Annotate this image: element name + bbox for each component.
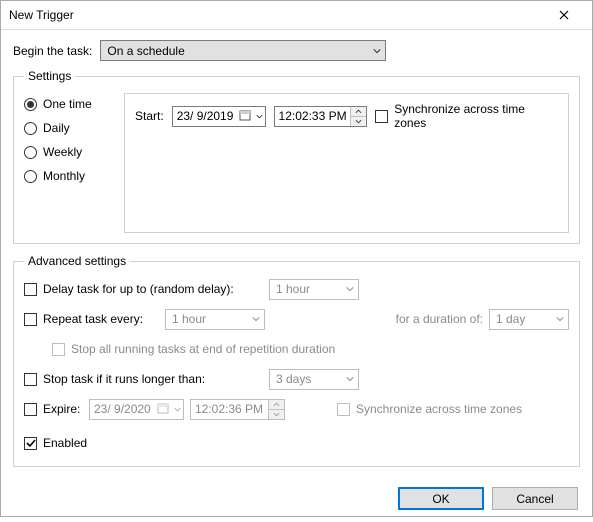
stop-if-row: Stop task if it runs longer than: 3 days [24, 368, 569, 390]
start-date-value: 23/ 9/2019 [177, 109, 238, 123]
dialog-footer: OK Cancel [1, 477, 592, 522]
chevron-down-icon [252, 315, 260, 323]
schedule-panel: Start: 23/ 9/2019 12:02:33 PM [124, 93, 569, 233]
spin-down[interactable] [351, 117, 366, 126]
begin-task-label: Begin the task: [13, 44, 92, 58]
delay-select[interactable]: 1 hour [269, 279, 359, 300]
stop-all-checkbox [52, 343, 65, 356]
delay-checkbox[interactable] [24, 283, 37, 296]
delay-label: Delay task for up to (random delay): [43, 282, 263, 296]
begin-task-value: On a schedule [107, 44, 184, 58]
settings-fieldset: Settings One time Daily Weekly [13, 69, 580, 244]
repeat-value: 1 hour [172, 312, 206, 326]
radio-weekly[interactable]: Weekly [24, 145, 124, 159]
stop-if-label: Stop task if it runs longer than: [43, 372, 263, 386]
spin-up[interactable] [351, 107, 366, 117]
begin-row: Begin the task: On a schedule [13, 40, 580, 61]
chevron-down-icon [256, 113, 263, 120]
sync-timezone-row: Synchronize across time zones [375, 102, 558, 130]
radio-label: Weekly [43, 145, 82, 159]
delay-row: Delay task for up to (random delay): 1 h… [24, 278, 569, 300]
expire-date-value: 23/ 9/2020 [94, 402, 156, 416]
sync-timezone-checkbox[interactable] [375, 110, 388, 123]
start-time-value: 12:02:33 PM [279, 109, 351, 123]
expire-row: Expire: 23/ 9/2020 12:02:36 PM [24, 398, 569, 420]
repeat-row: Repeat task every: 1 hour for a duration… [24, 308, 569, 330]
dialog-content: Begin the task: On a schedule Settings O… [1, 30, 592, 477]
radio-label: Monthly [43, 169, 85, 183]
delay-value: 1 hour [276, 282, 310, 296]
radio-icon [24, 122, 37, 135]
check-icon [26, 438, 36, 448]
repeat-label: Repeat task every: [43, 312, 159, 326]
chevron-down-icon [373, 47, 381, 55]
spin-up[interactable] [269, 400, 284, 410]
chevron-down-icon [174, 406, 181, 413]
enabled-row: Enabled [24, 432, 569, 454]
radio-label: One time [43, 97, 92, 111]
enabled-label: Enabled [43, 436, 87, 450]
expire-date-input[interactable]: 23/ 9/2020 [89, 399, 184, 420]
close-icon [559, 10, 569, 20]
stop-if-value: 3 days [276, 372, 311, 386]
stop-all-label: Stop all running tasks at end of repetit… [71, 342, 335, 356]
radio-label: Daily [43, 121, 70, 135]
stop-if-select[interactable]: 3 days [269, 369, 359, 390]
cancel-label: Cancel [516, 492, 553, 506]
close-button[interactable] [544, 1, 584, 29]
radio-icon [24, 98, 37, 111]
duration-label: for a duration of: [396, 312, 483, 326]
start-time-input[interactable]: 12:02:33 PM [274, 106, 368, 127]
ok-label: OK [432, 492, 449, 506]
new-trigger-dialog: New Trigger Begin the task: On a schedul… [0, 0, 593, 517]
calendar-dropdown-icon[interactable] [156, 402, 172, 416]
expire-time-value: 12:02:36 PM [195, 402, 268, 416]
spin-down[interactable] [269, 410, 284, 419]
duration-value: 1 day [496, 312, 525, 326]
time-spinner [350, 107, 366, 126]
expire-sync-label: Synchronize across time zones [356, 402, 522, 416]
titlebar: New Trigger [1, 1, 592, 30]
radio-icon [24, 146, 37, 159]
cancel-button[interactable]: Cancel [492, 487, 578, 510]
start-label: Start: [135, 109, 164, 123]
window-title: New Trigger [9, 8, 74, 22]
repeat-checkbox[interactable] [24, 313, 37, 326]
expire-sync-checkbox [337, 403, 350, 416]
advanced-fieldset: Advanced settings Delay task for up to (… [13, 254, 580, 467]
stop-all-row: Stop all running tasks at end of repetit… [52, 338, 569, 360]
radio-one-time[interactable]: One time [24, 97, 124, 111]
chevron-down-icon [346, 285, 354, 293]
chevron-down-icon [346, 375, 354, 383]
repeat-select[interactable]: 1 hour [165, 309, 265, 330]
expire-label: Expire: [43, 402, 83, 416]
settings-legend: Settings [24, 69, 75, 83]
time-spinner [268, 400, 284, 419]
radio-daily[interactable]: Daily [24, 121, 124, 135]
calendar-dropdown-icon[interactable] [238, 109, 254, 123]
radio-monthly[interactable]: Monthly [24, 169, 124, 183]
start-date-input[interactable]: 23/ 9/2019 [172, 106, 266, 127]
sync-timezone-label: Synchronize across time zones [394, 102, 558, 130]
chevron-down-icon [556, 315, 564, 323]
advanced-legend: Advanced settings [24, 254, 130, 268]
stop-if-checkbox[interactable] [24, 373, 37, 386]
radio-icon [24, 170, 37, 183]
begin-task-combo[interactable]: On a schedule [100, 40, 386, 61]
enabled-checkbox[interactable] [24, 437, 37, 450]
expire-time-input[interactable]: 12:02:36 PM [190, 399, 285, 420]
expire-checkbox[interactable] [24, 403, 37, 416]
ok-button[interactable]: OK [398, 487, 484, 510]
frequency-group: One time Daily Weekly Monthly [24, 93, 124, 233]
duration-select[interactable]: 1 day [489, 309, 569, 330]
